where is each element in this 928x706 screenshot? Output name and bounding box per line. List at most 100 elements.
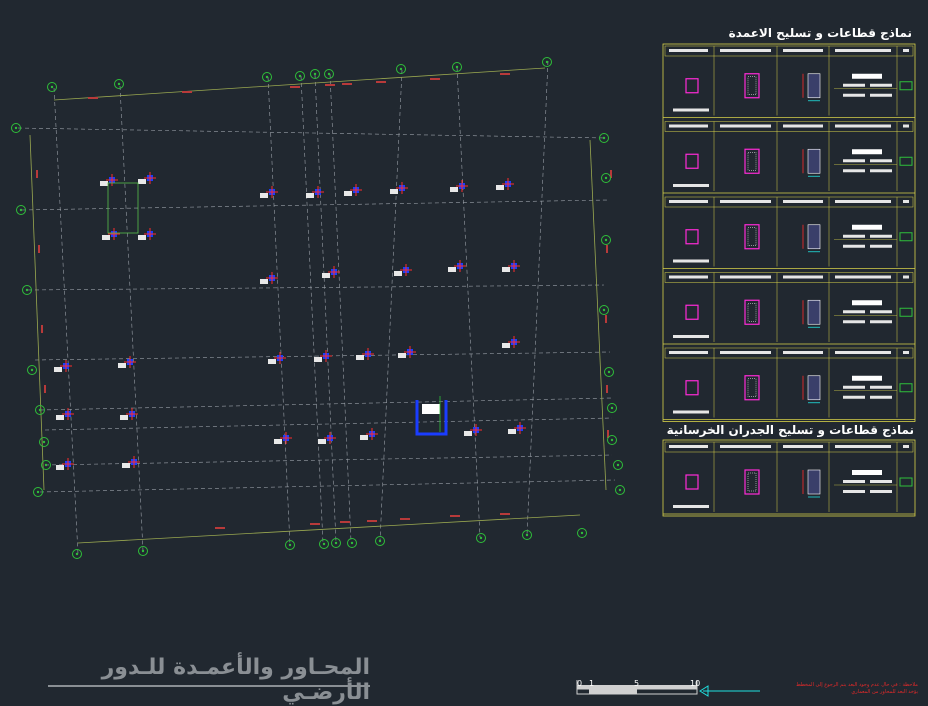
bars-label xyxy=(843,480,865,483)
stirrup-note xyxy=(673,335,709,338)
dimension-text xyxy=(325,84,335,86)
column-tag xyxy=(138,179,146,184)
dimension-text xyxy=(500,73,510,75)
dimension-text xyxy=(215,527,225,529)
table-header-text xyxy=(720,124,771,128)
axis-bubble-dot xyxy=(604,176,608,180)
floor-plan xyxy=(11,57,625,559)
dimension-text xyxy=(38,245,40,253)
axis-bubble-dot xyxy=(602,136,606,140)
grid-line-h xyxy=(44,417,613,431)
table-header-text xyxy=(903,200,909,203)
axis-bubble-dot xyxy=(545,60,549,64)
section-size xyxy=(852,224,882,230)
table-header-text xyxy=(669,351,708,354)
dimension-text xyxy=(605,315,607,323)
axis-bubble-dot xyxy=(580,531,584,535)
note-line-2: يؤخذ البعد للمحاور من المعماري xyxy=(851,689,918,695)
scale-label-10: 10 xyxy=(690,679,700,688)
scale-label-0: 0 xyxy=(577,679,582,688)
concrete-section xyxy=(807,469,821,495)
table-header-text xyxy=(669,445,708,448)
title-underline xyxy=(48,685,370,687)
stirrup-note xyxy=(673,108,709,112)
dimension-text xyxy=(44,385,46,393)
column-tag xyxy=(508,429,516,434)
stirrup-detail xyxy=(685,474,699,490)
bars-value xyxy=(870,480,892,483)
walls-table-title: نماذج قطاعات و تسليح الجدران الخرسانية xyxy=(666,423,914,437)
concrete-section xyxy=(807,375,821,401)
dimension-text xyxy=(400,518,410,520)
axis-bubble-dot xyxy=(610,406,614,410)
column-tag xyxy=(120,415,128,420)
table-header-text xyxy=(669,124,708,128)
dimension-text xyxy=(340,521,350,523)
column-tag xyxy=(502,343,510,348)
bars-label xyxy=(843,234,865,238)
axis-bubble-dot xyxy=(36,490,40,494)
grid-line-v xyxy=(53,87,79,555)
axis-bubble-dot xyxy=(265,75,269,79)
walls-table xyxy=(662,439,916,517)
table-header-text xyxy=(835,49,891,52)
table-header-text xyxy=(720,275,771,279)
section-size xyxy=(852,470,882,475)
table-header-text xyxy=(835,351,891,354)
axis-bubble-dot xyxy=(42,440,46,444)
dimension-text xyxy=(367,520,377,522)
bars-label xyxy=(843,159,865,163)
bar-distribution xyxy=(744,73,760,99)
bars-value xyxy=(870,385,892,389)
bars-value xyxy=(870,234,892,238)
bar-distribution xyxy=(744,148,760,174)
bar-distribution xyxy=(744,375,760,401)
stirrup-detail xyxy=(685,380,699,396)
axis-bubble-dot xyxy=(50,85,54,89)
axis-bubble-dot xyxy=(75,552,79,556)
columns-table xyxy=(662,43,916,422)
grid-line-h xyxy=(21,199,609,211)
axis-bubble-dot xyxy=(479,536,483,540)
axis-bubble-dot xyxy=(288,543,292,547)
table-header-text xyxy=(903,49,909,52)
table-header-text xyxy=(903,275,909,279)
row-tag xyxy=(899,477,913,487)
table-header-text xyxy=(720,445,771,448)
axis-bubble-dot xyxy=(399,67,403,71)
column-tag xyxy=(260,279,268,284)
grid-line-v xyxy=(456,66,481,538)
table-header-text xyxy=(903,351,909,354)
table-header-text xyxy=(783,49,823,52)
table-header-text xyxy=(783,445,823,448)
column-tag xyxy=(464,431,472,436)
dimension-text xyxy=(36,170,38,178)
section-size xyxy=(852,300,882,306)
column-tag xyxy=(398,353,406,358)
table-border xyxy=(662,439,916,517)
axis-bubble-dot xyxy=(378,539,382,543)
axis-bubble-dot xyxy=(607,370,611,374)
table-header-text xyxy=(720,49,771,52)
axis-bubble-dot xyxy=(322,542,326,546)
grid-line-v xyxy=(300,75,324,544)
axis-bubble-dot xyxy=(618,488,622,492)
grid-line-h xyxy=(27,284,605,291)
table-header-text xyxy=(835,124,891,128)
row-tag xyxy=(899,307,913,317)
stirrups-label xyxy=(843,244,865,248)
section-size xyxy=(852,149,882,155)
stirrup-detail xyxy=(685,229,699,245)
column-tag xyxy=(314,357,322,362)
grid-line-v xyxy=(379,69,403,542)
axis-bubble-dot xyxy=(25,288,29,292)
stirrups-label xyxy=(843,395,865,399)
stirrups-label xyxy=(843,490,865,493)
stirrups-label xyxy=(843,169,865,173)
bar-dots xyxy=(747,76,757,95)
bar-distribution xyxy=(744,224,760,250)
table-header-text xyxy=(720,351,771,354)
column-tag xyxy=(268,359,276,364)
axis-bubble-dot xyxy=(327,72,331,76)
bars-value xyxy=(870,83,892,87)
